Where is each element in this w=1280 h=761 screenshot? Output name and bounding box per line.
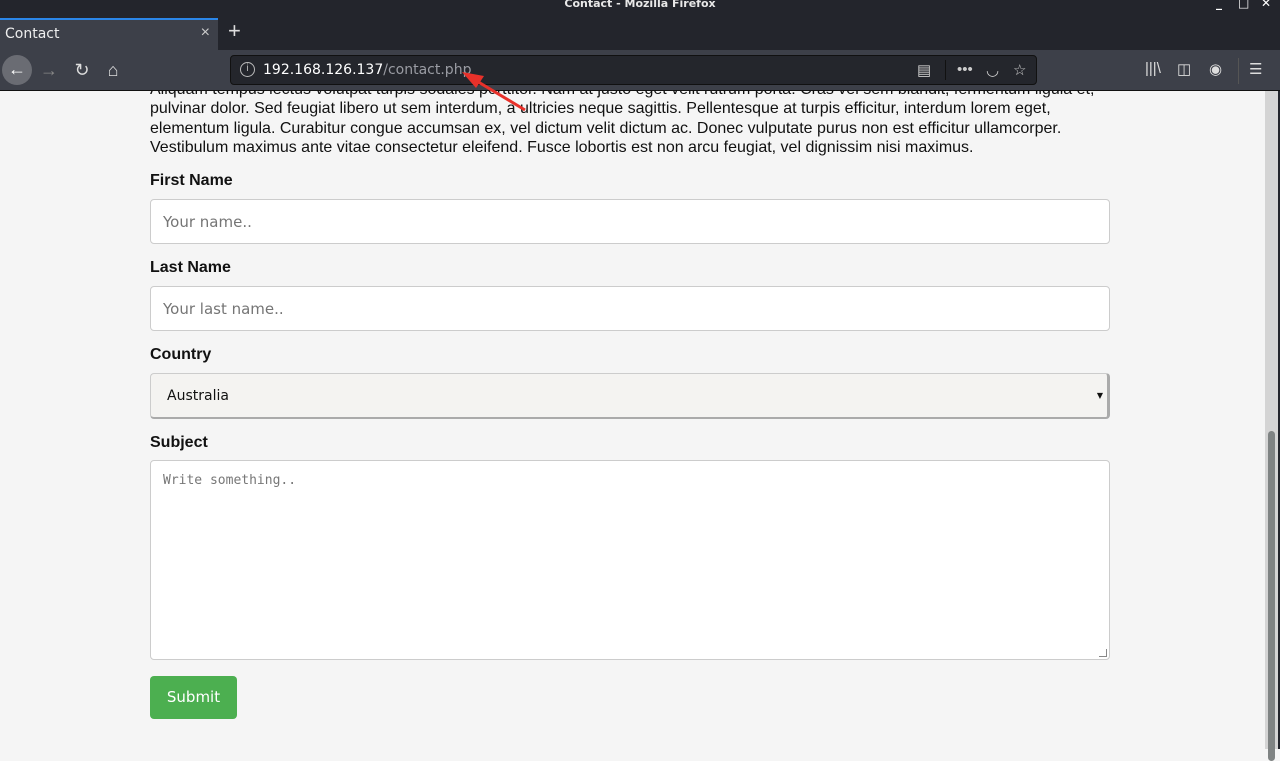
subject-label: Subject xyxy=(150,434,208,452)
url-path: /contact.php xyxy=(383,62,472,78)
nav-toolbar: ← → ↻ ⌂ i 192.168.126.137/contact.php ▤ … xyxy=(0,50,1280,91)
scrollbar-thumb[interactable] xyxy=(1268,431,1275,761)
maximize-icon[interactable]: □ xyxy=(1238,0,1249,10)
url-text[interactable]: 192.168.126.137/contact.php xyxy=(263,62,471,78)
last-name-input[interactable]: Your last name.. xyxy=(150,286,1110,332)
reload-icon[interactable]: ↻ xyxy=(68,56,96,84)
close-window-icon[interactable]: ✕ xyxy=(1261,0,1271,10)
info-icon[interactable]: i xyxy=(240,62,255,77)
tab-contact[interactable]: Contact × xyxy=(0,18,218,50)
title-bar: Contact - Mozilla Firefox _ □ ✕ Contact … xyxy=(0,0,1280,50)
tab-label: Contact xyxy=(5,26,60,42)
subject-textarea[interactable]: Write something.. xyxy=(150,460,1110,661)
dropdown-caret-icon: ▼ xyxy=(1096,391,1103,401)
menu-icon[interactable]: ☰ xyxy=(1249,60,1262,78)
more-actions-icon[interactable]: ••• xyxy=(957,61,973,78)
back-icon[interactable]: ← xyxy=(2,55,32,85)
url-bar[interactable]: i 192.168.126.137/contact.php ▤ ••• ◡ ☆ xyxy=(230,55,1037,85)
country-select[interactable]: Australia ▼ xyxy=(150,373,1110,420)
home-icon[interactable]: ⌂ xyxy=(99,56,127,84)
intro-paragraph: Aliquam tempus lectus volutpat turpis so… xyxy=(150,91,1094,156)
window-title: Contact - Mozilla Firefox xyxy=(564,0,716,10)
pocket-icon[interactable]: ◡ xyxy=(986,61,999,79)
toolbar-divider xyxy=(1238,58,1239,84)
last-name-label: Last Name xyxy=(150,259,231,277)
account-icon[interactable]: ◉ xyxy=(1209,60,1222,78)
forward-icon[interactable]: → xyxy=(35,56,63,84)
country-value: Australia xyxy=(167,388,229,405)
page-content: Aliquam tempus lectus volutpat turpis so… xyxy=(0,91,1265,749)
submit-button[interactable]: Submit xyxy=(150,676,237,720)
country-label: Country xyxy=(150,346,212,364)
library-icon[interactable]: |||\ xyxy=(1145,60,1161,77)
bookmark-star-icon[interactable]: ☆ xyxy=(1013,61,1026,79)
tab-close-icon[interactable]: × xyxy=(201,24,210,42)
first-name-input[interactable]: Your name.. xyxy=(150,199,1110,245)
new-tab-button[interactable]: + xyxy=(228,18,241,44)
url-host: 192.168.126.137 xyxy=(263,62,384,78)
scrollbar[interactable] xyxy=(1265,91,1280,761)
reader-view-icon[interactable]: ▤ xyxy=(917,61,931,79)
subject-placeholder: Write something.. xyxy=(163,473,297,489)
url-divider xyxy=(945,60,946,80)
sidebar-icon[interactable]: ◫ xyxy=(1177,60,1191,78)
minimize-icon[interactable]: _ xyxy=(1216,0,1222,10)
first-name-label: First Name xyxy=(150,172,233,190)
resize-handle-icon[interactable] xyxy=(1099,649,1107,658)
